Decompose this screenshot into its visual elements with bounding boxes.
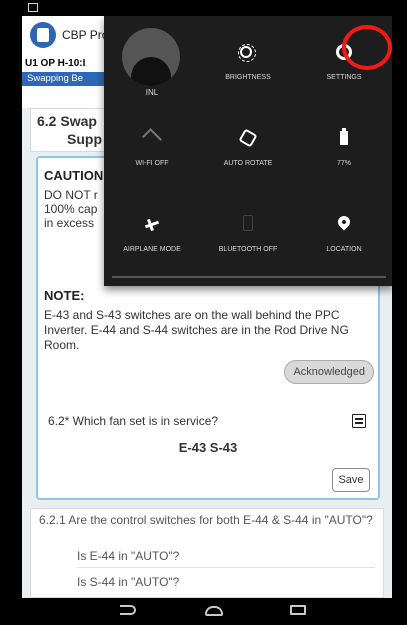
notes-icon[interactable]	[352, 414, 366, 428]
tile-label: BRIGHTNESS	[225, 74, 271, 81]
note-text: E-43 and S-43 switches are on the wall b…	[44, 308, 349, 352]
user-tile[interactable]: INL	[104, 16, 200, 102]
tile-label: BLUETOOTH OFF	[218, 246, 278, 253]
caution-title: CAUTION	[44, 168, 104, 183]
panel-handle[interactable]	[112, 276, 386, 278]
avatar	[122, 28, 180, 86]
tile-label: LOCATION	[326, 246, 362, 253]
airplane-mode-tile[interactable]: AIRPLANE MODE	[104, 188, 200, 274]
question-label: 6.2* Which fan set is in service?	[48, 414, 219, 428]
next-question-card[interactable]: 6.2.1 Are the control switches for both …	[30, 508, 384, 598]
tile-label: SETTINGS	[326, 74, 362, 81]
sub-question-item[interactable]: Is S-44 in "AUTO"?	[77, 575, 179, 589]
auto-rotate-tile[interactable]: AUTO ROTATE	[200, 102, 296, 188]
caution-line: 100% cap	[44, 202, 98, 216]
airplane-icon	[145, 217, 159, 231]
section-title: 6.2 Swap	[37, 113, 97, 129]
location-icon	[335, 213, 353, 231]
brightness-tile[interactable]: BRIGHTNESS	[200, 16, 296, 102]
wifi-tile[interactable]: WI-FI OFF	[104, 102, 200, 188]
app-title: CBP Pro	[62, 28, 109, 42]
recents-icon[interactable]	[290, 605, 306, 615]
answer-value[interactable]: E-43 S-43	[38, 440, 378, 455]
acknowledged-button[interactable]: Acknowledged	[284, 360, 374, 384]
app-logo-icon	[30, 22, 56, 48]
caution-line: in excess	[44, 216, 95, 230]
tile-label: 77%	[336, 160, 351, 167]
battery-tile[interactable]: 77%	[296, 102, 392, 188]
navigation-bar	[22, 598, 392, 625]
brightness-icon	[238, 44, 256, 62]
settings-highlight-circle	[342, 25, 392, 70]
document-subtitle: U1 OP H-10:I	[25, 58, 86, 69]
next-question-text: 6.2.1 Are the control switches for both …	[39, 513, 373, 527]
device-screen: CBP Pro U1 OP H-10:I n Swapping Be 6.2 S…	[22, 0, 392, 625]
location-tile[interactable]: LOCATION	[296, 188, 392, 274]
step-title: Swapping Be	[27, 73, 83, 84]
wifi-icon	[142, 128, 162, 148]
save-button[interactable]: Save	[332, 468, 370, 492]
divider	[77, 567, 375, 568]
status-bar	[22, 0, 392, 16]
notification-icon	[28, 3, 38, 12]
home-icon[interactable]	[205, 606, 223, 616]
auto-rotate-icon	[238, 128, 258, 148]
back-icon[interactable]	[120, 605, 136, 615]
battery-icon	[340, 128, 348, 145]
note-title: NOTE:	[44, 288, 85, 303]
bluetooth-tile[interactable]: BLUETOOTH OFF	[200, 188, 296, 274]
user-label: INL	[145, 88, 159, 97]
caution-line: DO NOT r	[44, 188, 98, 202]
bluetooth-icon	[243, 215, 253, 231]
tile-label: WI-FI OFF	[135, 160, 169, 167]
sub-question-item[interactable]: Is E-44 in "AUTO"?	[77, 549, 179, 563]
tile-label: AIRPLANE MODE	[123, 246, 181, 253]
section-title-line2: Supp	[67, 131, 102, 147]
tile-label: AUTO ROTATE	[223, 160, 273, 167]
